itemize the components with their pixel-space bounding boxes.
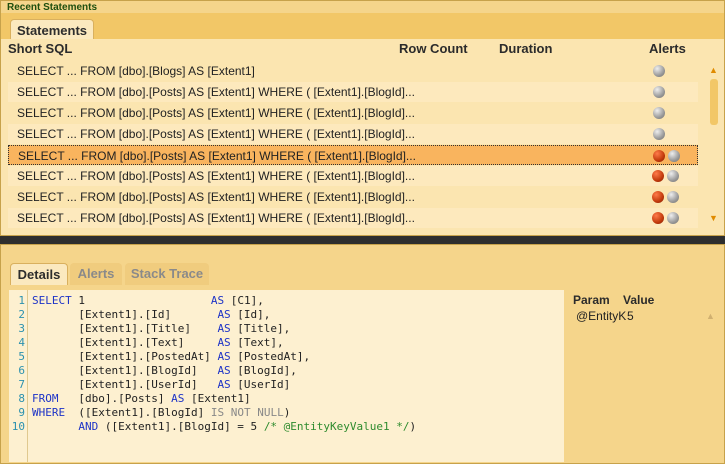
param-header: Param [573,293,610,307]
alert-red-icon [652,212,664,224]
statement-sql: SELECT ... FROM [dbo].[Blogs] AS [Extent… [17,64,255,78]
panel-title: Recent Statements [7,2,98,13]
value-header: Value [623,293,655,307]
code-text: FROM [dbo].[Posts] AS [Extent1] [32,392,251,405]
code-text: [Extent1].[PostedAt] AS [PostedAt], [32,350,311,363]
alert-gray-icon [667,191,679,203]
line-number: 1 [18,294,25,307]
sql-code-view[interactable]: 1 SELECT 1 AS [C1], 2 [Extent1].[Id] AS [I… [9,290,564,462]
code-text: WHERE ([Extent1].[BlogId] IS NOT NULL) [32,406,291,419]
line-number: 3 [18,322,25,335]
tab-statements[interactable]: Statements [10,19,94,41]
statement-row[interactable]: SELECT ... FROM [dbo].[Posts] AS [Extent… [8,187,698,207]
splitter[interactable] [0,236,725,244]
params-scroll-up-icon[interactable]: ▲ [706,311,715,321]
statement-row[interactable]: SELECT ... FROM [dbo].[Posts] AS [Extent… [8,103,698,123]
statement-row[interactable]: SELECT ... FROM [dbo].[Posts] AS [Extent… [8,145,698,165]
alert-gray-icon [653,107,665,119]
statement-row[interactable]: SELECT ... FROM [dbo].[Posts] AS [Extent… [8,208,698,228]
column-header-duration[interactable]: Duration [499,41,552,56]
scrollbar-thumb[interactable] [710,79,718,125]
alert-gray-icon [653,128,665,140]
code-text: AND ([Extent1].[BlogId] = 5 /* @EntityKe… [78,420,417,433]
tab-strip [1,13,724,39]
statement-sql: SELECT ... FROM [dbo].[Posts] AS [Extent… [17,85,415,99]
line-number: 8 [18,392,25,405]
alert-gray-icon [667,170,679,182]
statements-scrollbar[interactable]: ▲ ▼ [708,65,720,225]
recent-statements-panel: Recent Statements Statements Short SQL R… [0,0,725,236]
tab-stack-trace[interactable]: Stack Trace [125,263,209,285]
statement-sql: SELECT ... FROM [dbo].[Posts] AS [Extent… [17,190,415,204]
line-number: 5 [18,350,25,363]
statement-sql: SELECT ... FROM [dbo].[Posts] AS [Extent… [17,127,415,141]
code-text: [Extent1].[BlogId] AS [BlogId], [32,364,297,377]
statement-sql: SELECT ... FROM [dbo].[Posts] AS [Extent… [17,106,415,120]
code-text: [Extent1].[UserId] AS [UserId] [32,378,291,391]
column-header-alerts[interactable]: Alerts [649,41,686,56]
alert-red-icon [652,191,664,203]
code-text: [Extent1].[Title] AS [Title], [32,322,291,335]
statement-row[interactable]: SELECT ... FROM [dbo].[Posts] AS [Extent… [8,166,698,186]
alert-gray-icon [653,65,665,77]
code-text: [Extent1].[Id] AS [Id], [32,308,271,321]
line-number: 2 [18,308,25,321]
alert-gray-icon [653,86,665,98]
details-panel: Details Alerts Stack Trace 1 SELECT 1 AS … [0,244,725,464]
param-name: @EntityK [576,309,627,323]
alert-red-icon [653,150,665,162]
statements-grid: Short SQL Row Count Duration Alerts SELE… [1,39,724,235]
line-number: 7 [18,378,25,391]
code-text: SELECT 1 AS [C1], [32,294,264,307]
statement-row[interactable]: SELECT ... FROM [dbo].[Posts] AS [Extent… [8,82,698,102]
statement-sql: SELECT ... FROM [dbo].[Posts] AS [Extent… [17,169,415,183]
scroll-up-icon[interactable]: ▲ [709,65,718,75]
line-number: 9 [18,406,25,419]
line-number: 4 [18,336,25,349]
column-header-row-count[interactable]: Row Count [399,41,468,56]
code-text: [Extent1].[Text] AS [Text], [32,336,284,349]
statement-row[interactable]: SELECT ... FROM [dbo].[Blogs] AS [Extent… [8,61,698,81]
statement-sql: SELECT ... FROM [dbo].[Posts] AS [Extent… [17,211,415,225]
alert-red-icon [652,170,664,182]
alert-gray-icon [667,212,679,224]
tab-alerts[interactable]: Alerts [70,263,122,285]
line-number: 10 [11,420,25,433]
param-value: 5 [627,309,634,323]
statement-row[interactable]: SELECT ... FROM [dbo].[Posts] AS [Extent… [8,124,698,144]
scroll-down-icon[interactable]: ▼ [709,213,718,223]
line-number: 6 [18,364,25,377]
statement-sql: SELECT ... FROM [dbo].[Posts] AS [Extent… [18,149,416,163]
alert-gray-icon [668,150,680,162]
tab-details[interactable]: Details [10,263,68,285]
column-header-short-sql[interactable]: Short SQL [8,41,72,56]
